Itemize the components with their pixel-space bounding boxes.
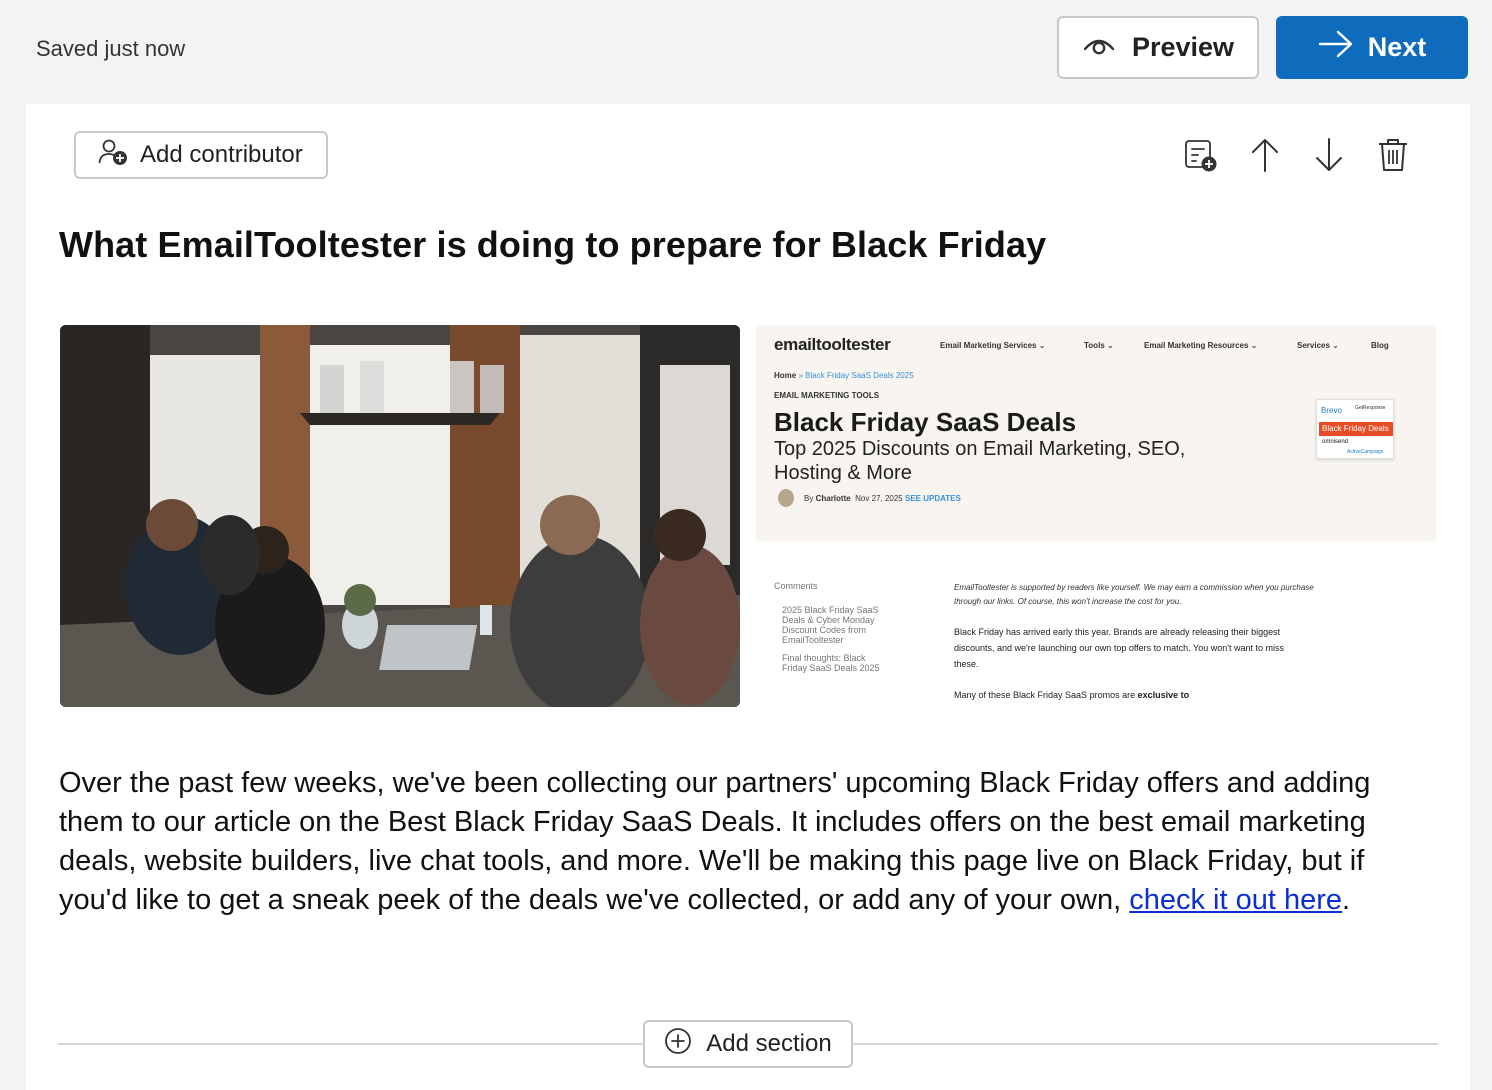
screenshot-logo: emailtooltester — [774, 335, 891, 354]
screenshot-nav-item: Email Marketing Resources ⌄ — [1144, 341, 1258, 350]
screenshot-nav-item: Email Marketing Services ⌄ — [940, 341, 1046, 350]
eye-icon — [1082, 32, 1116, 63]
top-bar: Saved just now Preview Next — [0, 0, 1492, 100]
toc-item: 2025 Black Friday SaaS Deals & Cyber Mon… — [782, 605, 879, 645]
screenshot-para2-start: Many of these Black Friday SaaS promos a… — [954, 690, 1136, 700]
screenshot-byline: By Charlotte Nov 27, 2025 SEE UPDATES — [804, 494, 961, 503]
screenshot-nav-item: Tools ⌄ — [1084, 341, 1114, 350]
screenshot-date: Nov 27, 2025 — [855, 494, 903, 503]
save-status: Saved just now — [36, 36, 186, 61]
screenshot-para2-bold: exclusive to — [1137, 690, 1190, 700]
badge-brand-getresponse: GetResponse — [1355, 405, 1386, 411]
screenshot-breadcrumb-home: Home — [774, 371, 797, 380]
screenshot-toc: Comments 2025 Black Friday SaaS Deals & … — [774, 581, 884, 673]
add-card-icon[interactable] — [1184, 136, 1218, 174]
badge-brand-activecampaign: ActiveCampaign — [1347, 449, 1384, 455]
screenshot-nav-item: Services ⌄ — [1297, 341, 1339, 350]
screenshot-updates-link: SEE UPDATES — [904, 494, 961, 503]
next-button[interactable]: Next — [1276, 16, 1468, 79]
add-contributor-button[interactable]: Add contributor — [74, 131, 328, 179]
check-it-out-link[interactable]: check it out here — [1129, 884, 1342, 916]
article-screenshot[interactable]: emailtooltester Email Marketing Services… — [756, 325, 1436, 707]
badge-brand-omnisend: omnisend — [1322, 439, 1349, 445]
screenshot-author-prefix: By — [804, 494, 814, 503]
team-photo[interactable] — [60, 325, 740, 707]
trash-icon[interactable] — [1376, 136, 1410, 174]
preview-button-label: Preview — [1131, 32, 1235, 62]
screenshot-deals-badge: Brevo GetResponse Black Friday Deals omn… — [1316, 399, 1394, 459]
arrow-right-icon — [1318, 30, 1354, 65]
badge-brand-brevo: Brevo — [1321, 406, 1342, 415]
screenshot-headline: Black Friday SaaS Deals — [774, 407, 1077, 437]
screenshot-nav-item: Blog — [1371, 341, 1389, 350]
next-button-label: Next — [1367, 32, 1427, 62]
screenshot-subheadline: Top 2025 Discounts on Email Marketing, S… — [774, 438, 1186, 484]
screenshot-breadcrumb: Home » Black Friday SaaS Deals 2025 — [774, 371, 914, 380]
add-person-icon — [98, 138, 128, 173]
screenshot-author: Charlotte — [815, 494, 851, 503]
screenshot-kicker: EMAIL MARKETING TOOLS — [774, 391, 880, 400]
screenshot-disclaimer: EmailTooltester is supported by readers … — [954, 583, 1314, 606]
toc-heading: Comments — [774, 581, 818, 591]
section-body-text[interactable]: Over the past few weeks, we've been coll… — [59, 764, 1439, 920]
arrow-up-icon[interactable] — [1248, 136, 1282, 174]
add-contributor-label: Add contributor — [140, 141, 303, 168]
section-editor-card: Add contributor What EmailTooltester is … — [26, 104, 1470, 1090]
plus-circle-icon — [664, 1027, 692, 1062]
section-title[interactable]: What EmailTooltester is doing to prepare… — [59, 224, 1046, 266]
screenshot-breadcrumb-current: » Black Friday SaaS Deals 2025 — [798, 371, 914, 380]
section-toolbar — [1184, 136, 1410, 174]
add-section-label: Add section — [706, 1030, 832, 1057]
screenshot-paragraph: Many of these Black Friday SaaS promos a… — [954, 687, 1314, 703]
toc-item: Final thoughts: Black Friday SaaS Deals … — [782, 653, 880, 673]
screenshot-paragraph: Black Friday has arrived early this year… — [954, 627, 1284, 669]
arrow-down-icon[interactable] — [1312, 136, 1346, 174]
add-section-button[interactable]: Add section — [643, 1020, 853, 1068]
body-text-end: . — [1342, 884, 1351, 916]
screenshot-author-avatar — [778, 489, 794, 507]
badge-label: Black Friday Deals — [1319, 422, 1393, 436]
preview-button[interactable]: Preview — [1057, 16, 1259, 79]
